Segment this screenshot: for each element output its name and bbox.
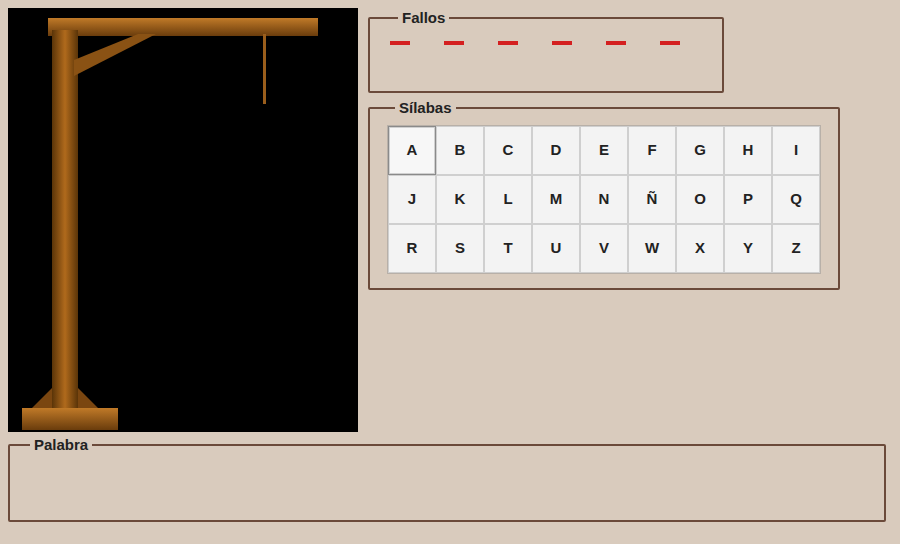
letter-button[interactable]: P (724, 175, 772, 224)
gallows-icon (8, 8, 358, 432)
letter-button[interactable]: A (388, 126, 436, 175)
letter-button[interactable]: V (580, 224, 628, 273)
letter-button[interactable]: R (388, 224, 436, 273)
letter-button[interactable]: B (436, 126, 484, 175)
gallows-canvas (8, 8, 358, 432)
fallo-slot (444, 41, 464, 45)
fallo-slot (498, 41, 518, 45)
letter-button[interactable]: D (532, 126, 580, 175)
letter-button[interactable]: Ñ (628, 175, 676, 224)
letter-button[interactable]: Y (724, 224, 772, 273)
letter-button[interactable]: Q (772, 175, 820, 224)
fallo-slot (390, 41, 410, 45)
letter-button[interactable]: W (628, 224, 676, 273)
silabas-panel: Sílabas ABCDEFGHI JKLMNÑOPQ RSTUVWXYZ (368, 99, 840, 290)
fallo-slot (606, 41, 626, 45)
letter-button[interactable]: Z (772, 224, 820, 273)
game-window: Fallos Sílabas ABCDEFGHI JKLMNÑOPQ RSTUVWXYZ… (0, 0, 900, 522)
letter-button[interactable]: F (628, 126, 676, 175)
letter-button[interactable]: N (580, 175, 628, 224)
letter-button[interactable]: H (724, 126, 772, 175)
letter-button[interactable]: X (676, 224, 724, 273)
letter-button[interactable]: U (532, 224, 580, 273)
letter-button[interactable]: J (388, 175, 436, 224)
silabas-panel-label: Sílabas (395, 99, 456, 117)
fallos-panel-label: Fallos (398, 9, 449, 27)
letter-button[interactable]: L (484, 175, 532, 224)
palabra-panel: Palabra (8, 436, 886, 522)
letter-button[interactable]: T (484, 224, 532, 273)
fallo-slot (552, 41, 572, 45)
letter-button[interactable]: M (532, 175, 580, 224)
letter-button[interactable]: O (676, 175, 724, 224)
letter-button[interactable]: G (676, 126, 724, 175)
fallo-slot (660, 41, 680, 45)
letter-button[interactable]: K (436, 175, 484, 224)
palabra-panel-label: Palabra (30, 436, 92, 454)
fallos-panel: Fallos (368, 9, 724, 93)
letter-button[interactable]: I (772, 126, 820, 175)
fallos-slots (390, 41, 702, 45)
letter-button[interactable]: E (580, 126, 628, 175)
letter-button[interactable]: C (484, 126, 532, 175)
right-panel: Fallos Sílabas ABCDEFGHI JKLMNÑOPQ RSTUVWXYZ (368, 8, 840, 432)
letter-grid: ABCDEFGHI JKLMNÑOPQ RSTUVWXYZ (387, 125, 821, 274)
top-area: Fallos Sílabas ABCDEFGHI JKLMNÑOPQ RSTUVWXYZ (8, 8, 900, 432)
letter-button[interactable]: S (436, 224, 484, 273)
